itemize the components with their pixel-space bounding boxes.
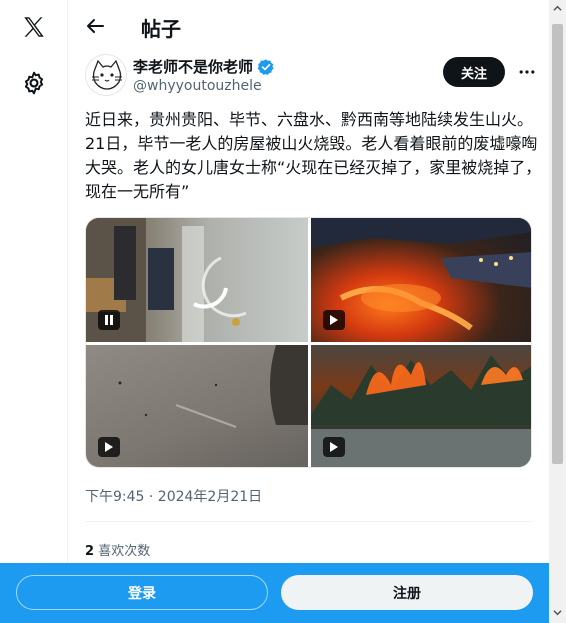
scrollbar-thumb[interactable] [552,24,563,464]
scroll-down-arrow-icon[interactable] [553,608,562,617]
scrollbar[interactable] [549,0,566,623]
play-icon[interactable] [323,310,345,330]
verified-badge-icon [257,58,274,75]
follow-button[interactable]: 关注 [443,57,505,87]
media-grid [85,217,532,468]
author-name[interactable]: 李老师不是你老师 [133,56,275,77]
main-column: 帖子 李老师不是你老师 @whyyoutouzhele 关注 近日来，贵州贵阳、… [69,0,549,623]
video-thumbnail[interactable] [311,218,531,342]
more-options-icon[interactable] [513,58,541,86]
avatar[interactable] [85,54,127,96]
page-header: 帖子 [69,0,549,54]
likes-number: 2 [85,544,95,559]
back-arrow-icon[interactable] [83,14,109,40]
play-icon[interactable] [323,437,345,457]
post-text: 近日来，贵州贵阳、毕节、六盘水、黔西南等地陆续发生山火。21日，毕节一老人的房屋… [85,110,542,201]
post-timestamp[interactable]: 下午9:45 · 2024年2月21日 [85,486,262,506]
divider [85,521,533,522]
video-thumbnail[interactable] [86,345,308,467]
scroll-up-arrow-icon[interactable] [553,4,562,13]
author-handle[interactable]: @whyyoutouzhele [133,78,262,94]
signup-button[interactable]: 注册 [281,575,533,610]
likes-count[interactable]: 2 喜欢次数 [85,540,150,559]
video-thumbnail[interactable] [311,345,531,467]
login-prompt-bar: 登录 注册 [0,563,549,623]
author-name-text[interactable]: 李老师不是你老师 [133,56,253,77]
play-icon[interactable] [98,437,120,457]
likes-label: 喜欢次数 [98,544,151,559]
gear-icon[interactable] [21,70,47,96]
pause-icon[interactable] [98,310,120,330]
left-rail [0,0,68,623]
x-logo-icon[interactable] [19,12,49,42]
video-thumbnail[interactable] [86,218,308,342]
login-button[interactable]: 登录 [16,575,268,610]
page-title: 帖子 [141,17,181,41]
